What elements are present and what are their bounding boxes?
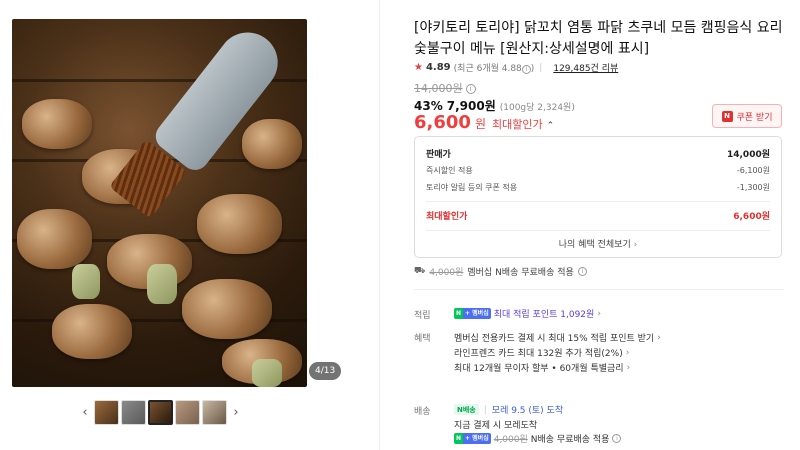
- skewer-meat: [242, 119, 302, 169]
- thumbnail[interactable]: [202, 399, 227, 425]
- product-title: [야키토리 토리야] 닭꼬치 염통 파닭 츠쿠네 모듬 캠핑음식 요리 숯불구이…: [414, 20, 783, 57]
- skewer-meat: [22, 99, 92, 149]
- delivery-label: 배송: [414, 407, 431, 417]
- benefit-line-2[interactable]: 라인프렌즈 카드 최대 132원 추가 적립(2%) ›: [454, 346, 630, 360]
- naver-plus-badge: N + 멤버십: [454, 308, 491, 319]
- thumbnail[interactable]: [94, 399, 119, 425]
- skewer-meat: [197, 194, 282, 254]
- star-icon: ★: [414, 62, 423, 73]
- chevron-up-icon[interactable]: ⌃: [547, 121, 555, 131]
- shipping-text: 멤버십 N배송 무료배송 적용: [467, 268, 574, 278]
- n-delivery-badge: N배송: [454, 404, 479, 415]
- benefit-line-3[interactable]: 최대 12개월 무이자 할부 • 60개월 특별금리 ›: [454, 361, 631, 375]
- coupon-label: 쿠폰 받기: [736, 112, 773, 123]
- delivery-fee-line: N + 멤버십 4,000원 N배송 무료배송 적용 i: [454, 432, 622, 445]
- thumbnail[interactable]: [121, 399, 146, 425]
- all-benefits-link[interactable]: 나의 혜택 전체보기 ›: [415, 237, 781, 250]
- points-label: 적립: [414, 311, 431, 321]
- coupon-button[interactable]: N 쿠폰 받기: [712, 104, 782, 128]
- column-divider: [379, 0, 380, 450]
- price-breakdown-box: 판매가 14,000원 즉시할인 적용 -6,100원 토리야 알림 등의 쿠폰 적…: [414, 136, 782, 258]
- divider: [426, 230, 770, 231]
- skewer-leek: [252, 359, 282, 387]
- thumbnail[interactable]: [175, 399, 200, 425]
- skewer-leek: [72, 264, 100, 299]
- chevron-right-icon: ›: [633, 240, 638, 250]
- skewer-meat: [182, 279, 272, 339]
- final-price-row[interactable]: 6,600 원 최대할인가 ⌃: [414, 112, 554, 133]
- rating-row: ★ 4.89 (최근 6개월 4.88 i) | 129,485건 리뷰: [414, 61, 618, 74]
- discount-rate: 43%: [414, 99, 443, 113]
- chevron-right-icon: ›: [625, 347, 630, 358]
- thumbnail-active[interactable]: [148, 399, 173, 425]
- coupon-discount-row: 토리야 알림 등의 쿠폰 적용 -1,300원: [426, 183, 770, 192]
- chevron-right-icon: ›: [626, 362, 631, 373]
- skewer-leek: [147, 264, 177, 304]
- benefit-line-1[interactable]: 멤버십 전용카드 결제 시 최대 15% 적립 포인트 받기 ›: [454, 331, 661, 345]
- info-icon[interactable]: i: [465, 84, 476, 94]
- delivery-line[interactable]: N배송 | 모레 9.5 (토) 도착: [454, 403, 563, 416]
- final-price-unit: 원: [474, 117, 486, 131]
- rating-recent: (최근 6개월 4.88 i): [453, 64, 535, 74]
- delivery-date: 모레 9.5 (토) 도착: [491, 406, 564, 416]
- chevron-right-icon: ›: [657, 332, 661, 343]
- points-text: 최대 적립 포인트 1,092원: [493, 310, 595, 320]
- benefit-label: 혜택: [414, 334, 431, 344]
- final-price: 6,600: [414, 112, 471, 133]
- chevron-right-icon: ›: [597, 308, 601, 319]
- sale-price-row: 판매가 14,000원: [426, 150, 770, 160]
- instant-discount-row: 즉시할인 적용 -6,100원: [426, 166, 770, 175]
- skewer-meat: [17, 209, 92, 269]
- divider: [426, 201, 770, 202]
- points-line[interactable]: N + 멤버십 최대 적립 포인트 1,092원 ›: [454, 307, 601, 320]
- skewer-meat: [52, 304, 132, 359]
- max-discount-row: 최대할인가 6,600원: [426, 212, 770, 222]
- final-price-label: 최대할인가: [491, 118, 543, 131]
- product-gallery: 4/13 ‹ ›: [0, 0, 390, 450]
- delivery-note: 지금 결제 시 모레도착: [454, 421, 538, 431]
- naver-n-icon: N: [721, 110, 733, 122]
- info-icon[interactable]: i: [612, 434, 622, 443]
- separator: |: [539, 62, 543, 73]
- rating-value: 4.89: [425, 62, 451, 73]
- info-icon[interactable]: i: [521, 65, 531, 74]
- thumb-prev-icon[interactable]: ‹: [78, 405, 92, 420]
- review-count-link[interactable]: 129,485건 리뷰: [553, 61, 618, 74]
- shipping-row: ⛟ 4,000원 멤버십 N배송 무료배송 적용 i: [414, 265, 587, 278]
- main-product-image[interactable]: [12, 19, 307, 387]
- naver-plus-badge: N + 멤버십: [454, 433, 491, 444]
- info-icon[interactable]: i: [577, 267, 587, 276]
- image-counter: 4/13: [309, 362, 342, 380]
- thumbnail-strip: ‹ ›: [78, 399, 243, 425]
- truck-icon: ⛟: [414, 266, 426, 276]
- thumb-next-icon[interactable]: ›: [229, 405, 243, 420]
- section-divider: [414, 289, 784, 290]
- shipping-fee-struck: 4,000원: [429, 268, 464, 278]
- original-price: 14,000원 i: [414, 80, 476, 96]
